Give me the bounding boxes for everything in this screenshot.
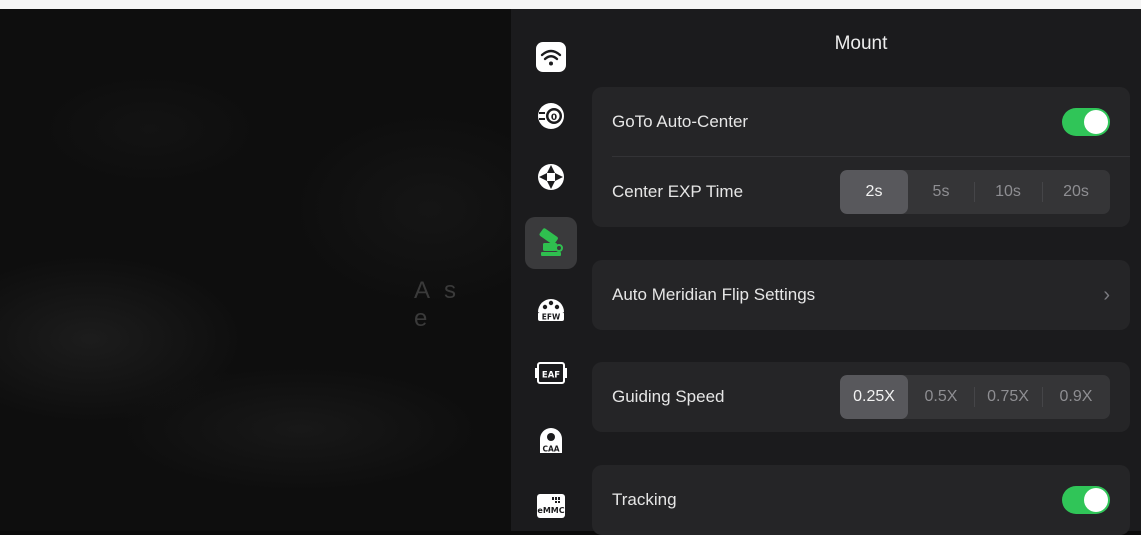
svg-text:EAF: EAF: [542, 371, 560, 381]
guiding-speed-row: Guiding Speed 0.25X 0.5X 0.75X 0.9X: [592, 362, 1130, 432]
focuser-icon: EAF: [535, 362, 567, 384]
camera-icon: 0: [538, 103, 564, 129]
goto-auto-center-label: GoTo Auto-Center: [612, 112, 749, 131]
auto-meridian-flip-card[interactable]: Auto Meridian Flip Settings ›: [592, 260, 1130, 330]
auto-meridian-flip-row[interactable]: Auto Meridian Flip Settings ›: [592, 260, 1130, 330]
rail-item-camera[interactable]: 0: [525, 90, 577, 142]
mount-icon: [539, 228, 563, 256]
auto-meridian-flip-label: Auto Meridian Flip Settings: [612, 285, 816, 304]
wifi-icon: [536, 42, 566, 72]
rail-item-wifi[interactable]: [525, 31, 577, 83]
exp-option-10s[interactable]: 10s: [974, 170, 1042, 214]
goto-auto-center-toggle[interactable]: [1062, 108, 1110, 136]
tracking-row: Tracking: [592, 465, 1130, 535]
goto-auto-center-row: GoTo Auto-Center: [592, 87, 1130, 157]
toggle-knob: [1084, 488, 1108, 512]
tracking-card: Tracking: [592, 465, 1130, 535]
storage-icon: eMMC: [537, 494, 565, 518]
svg-text:eMMC: eMMC: [537, 506, 564, 515]
guiding-speed-label: Guiding Speed: [612, 387, 725, 406]
svg-text:0: 0: [551, 113, 557, 123]
rail-item-guide[interactable]: [525, 151, 577, 203]
rotator-icon: CAA: [540, 428, 562, 454]
speed-option-0-5x[interactable]: 0.5X: [908, 375, 974, 419]
chevron-right-icon: ›: [1103, 283, 1110, 306]
device-rail: 0 EFW EAF CAA eMMC: [511, 9, 591, 531]
rail-item-filter-wheel[interactable]: EFW: [525, 281, 577, 333]
speed-option-0-75x[interactable]: 0.75X: [974, 375, 1042, 419]
rail-item-mount[interactable]: [525, 217, 577, 269]
guiding-speed-segmented-control: 0.25X 0.5X 0.75X 0.9X: [840, 375, 1110, 419]
speed-option-0-9x[interactable]: 0.9X: [1042, 375, 1110, 419]
tracking-toggle[interactable]: [1062, 486, 1110, 514]
window-top-strip: [0, 0, 1141, 9]
exp-option-2s[interactable]: 2s: [840, 170, 908, 214]
exp-option-20s[interactable]: 20s: [1042, 170, 1110, 214]
page-title: Mount: [834, 33, 888, 54]
filter-wheel-icon: EFW: [538, 299, 564, 322]
guide-crosshair-icon: [538, 164, 564, 190]
tracking-label: Tracking: [612, 490, 677, 509]
rail-item-focuser[interactable]: EAF: [525, 347, 577, 399]
svg-text:EFW: EFW: [542, 313, 561, 322]
center-exp-time-segmented-control: 2s 5s 10s 20s: [840, 170, 1110, 214]
rail-item-rotator[interactable]: CAA: [525, 413, 577, 465]
exp-option-5s[interactable]: 5s: [908, 170, 974, 214]
background-watermark-text: As e: [414, 277, 471, 332]
center-exp-time-row: Center EXP Time 2s 5s 10s 20s: [592, 157, 1130, 227]
toggle-knob: [1084, 110, 1108, 134]
sky-preview-background: As e: [0, 9, 511, 531]
settings-panel: 0 EFW EAF CAA eMMC Mount GoTo Auto-Cente…: [511, 9, 1141, 535]
goto-settings-card: GoTo Auto-Center Center EXP Time 2s 5s 1…: [592, 87, 1130, 227]
guiding-speed-card: Guiding Speed 0.25X 0.5X 0.75X 0.9X: [592, 362, 1130, 432]
svg-text:CAA: CAA: [542, 445, 559, 454]
rail-item-storage[interactable]: eMMC: [525, 479, 577, 531]
center-exp-time-label: Center EXP Time: [612, 182, 744, 201]
speed-option-0-25x[interactable]: 0.25X: [840, 375, 908, 419]
